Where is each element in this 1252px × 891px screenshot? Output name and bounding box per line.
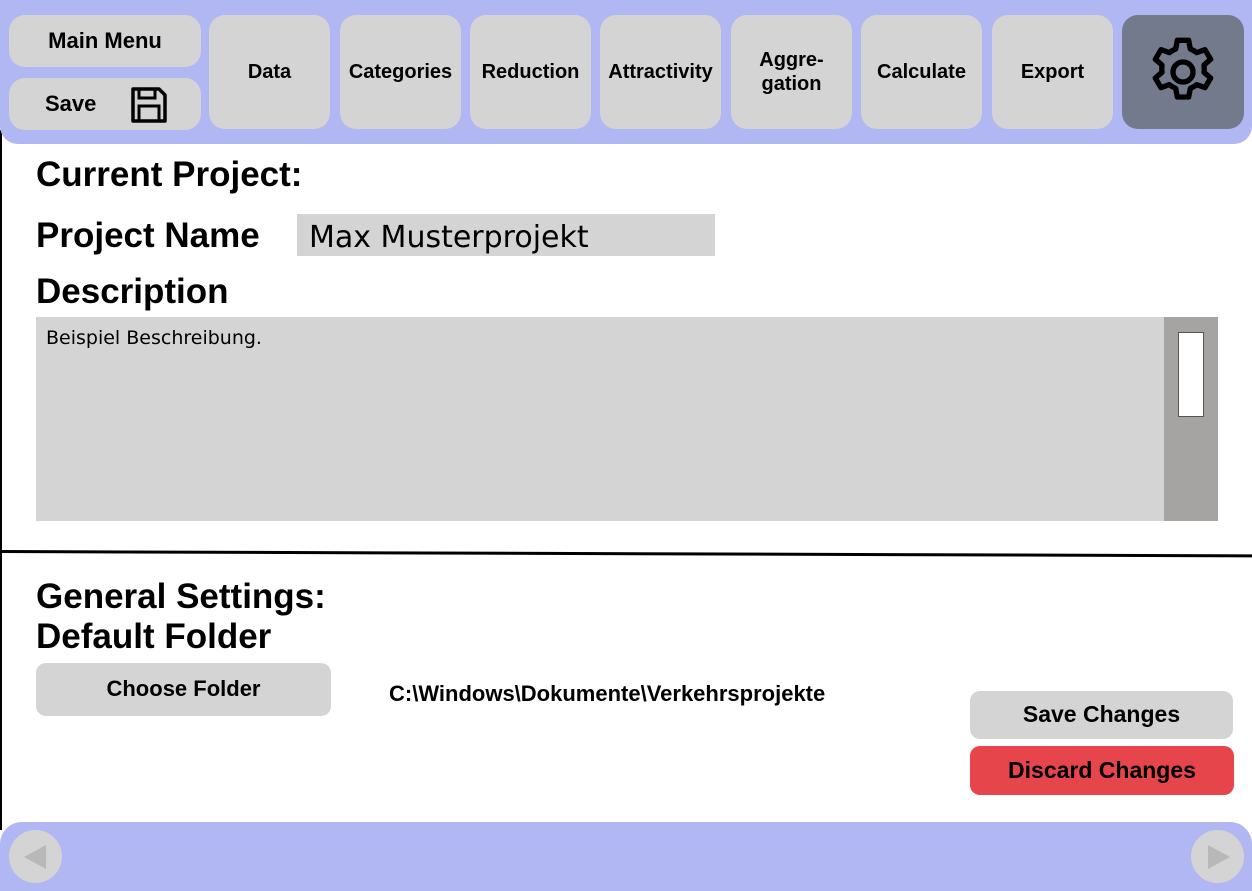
tab-categories[interactable]: Categories: [340, 15, 461, 129]
scrollbar-thumb[interactable]: [1178, 332, 1204, 417]
tab-reduction[interactable]: Reduction: [470, 15, 591, 129]
tab-reduction-label: Reduction: [481, 61, 580, 83]
main-menu-label: Main Menu: [48, 27, 162, 53]
tab-attractivity-label: Attractivity: [608, 61, 713, 83]
save-changes-label: Save Changes: [1022, 701, 1181, 728]
save-changes-button[interactable]: Save Changes: [970, 691, 1233, 739]
settings-button[interactable]: [1122, 15, 1244, 129]
description-scrollbar[interactable]: [1164, 317, 1218, 521]
bottom-navigation-bar: [0, 822, 1252, 891]
current-project-heading: Current Project:: [36, 155, 303, 194]
floppy-disk-icon: [131, 87, 167, 123]
tab-attractivity[interactable]: Attractivity: [600, 15, 721, 129]
tab-export[interactable]: Export: [992, 15, 1113, 129]
tab-data-label: Data: [247, 61, 292, 83]
tab-aggregation[interactable]: Aggre- gation: [731, 15, 852, 129]
folder-path: C:\Windows\Dokumente\Verkehrsprojekte: [389, 681, 826, 706]
triangle-right-icon: [1207, 844, 1230, 869]
tab-calculate-label: Calculate: [877, 61, 966, 83]
triangle-left-icon: [23, 844, 46, 869]
project-name-label: Project Name: [36, 216, 260, 255]
tab-data[interactable]: Data: [209, 15, 330, 129]
tab-calculate[interactable]: Calculate: [861, 15, 982, 129]
general-settings-heading: General Settings:: [36, 577, 326, 616]
next-button[interactable]: [1191, 830, 1244, 883]
previous-button[interactable]: [9, 830, 62, 883]
gear-icon: [1152, 37, 1214, 100]
tab-aggregation-label: Aggre- gation: [759, 49, 824, 95]
tab-categories-label: Categories: [348, 61, 453, 83]
discard-changes-label: Discard Changes: [1008, 756, 1196, 783]
default-folder-label: Default Folder: [36, 617, 272, 656]
tab-export-label: Export: [1020, 61, 1085, 83]
description-label: Description: [36, 272, 229, 311]
description-text: Beispiel Beschreibung.: [46, 327, 262, 349]
description-textarea[interactable]: Beispiel Beschreibung.: [36, 317, 1164, 521]
window-border: [0, 130, 2, 830]
section-divider: [0, 550, 1252, 558]
choose-folder-label: Choose Folder: [106, 676, 261, 702]
choose-folder-button[interactable]: Choose Folder: [36, 663, 331, 716]
project-name-field[interactable]: [297, 214, 715, 256]
discard-changes-button[interactable]: Discard Changes: [970, 746, 1234, 795]
main-menu-button[interactable]: Main Menu: [9, 15, 201, 67]
save-label: Save: [45, 90, 97, 116]
save-button[interactable]: Save: [9, 78, 201, 130]
